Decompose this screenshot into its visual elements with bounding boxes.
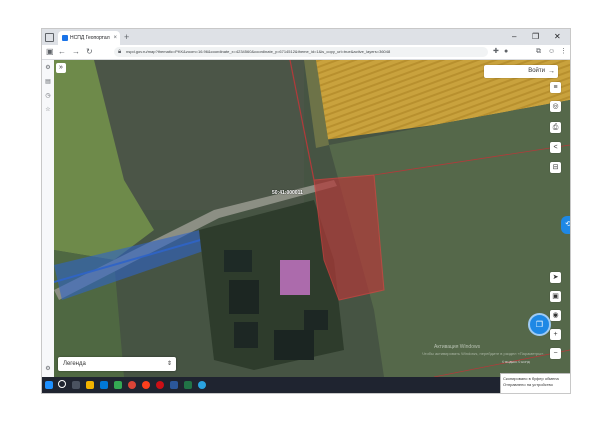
history-icon[interactable]: ◷ [44,92,52,100]
chevron-updown-icon: ⇕ [166,361,172,367]
address-bar[interactable]: 🔒︎ nspd.gov.ru/map?thematic=PKK&zoom=16.… [114,47,488,57]
close-window-button[interactable]: ✕ [554,30,561,43]
legend-label: Легенда [63,361,86,367]
layers-button[interactable]: ≡ [550,82,561,93]
telegram-icon[interactable] [198,381,206,389]
parcel-label: 50:41:000011 [272,190,303,196]
login-label: Войти [528,68,545,74]
lock-icon: 🔒︎ [118,49,122,55]
search-icon[interactable] [58,380,66,388]
measure-button[interactable]: ▣ [550,291,561,302]
zoom-in-button[interactable]: + [550,329,561,340]
account-icon[interactable]: ☺ [548,47,555,57]
sidebar-toggle-icon[interactable]: ▣ [46,46,54,58]
yandex-icon[interactable] [142,381,150,389]
profile-avatar-icon[interactable]: ● [504,47,508,57]
share-button[interactable]: < [550,142,561,153]
browser-toolbar: ▣ ← → ↻ 🔒︎ nspd.gov.ru/map?thematic=PKK&… [42,45,570,60]
basemap-button[interactable]: ◎ [550,101,561,112]
login-icon: → [548,68,555,75]
map-copyright: © ЯНДЕКС © НСПД [502,360,530,364]
browser-tab[interactable]: НСПД Геопортал: выписка п. × [58,31,120,45]
star-icon[interactable]: ☆ [44,106,52,114]
quick-action-tab[interactable]: ⟲ [561,216,570,234]
collections-icon[interactable]: ⧉ [536,47,541,57]
map-canvas[interactable]: » Войти → ≡ ◎ ⎙ < ⊟ ⟲ ➤ ▣ ◉ + − ❐ 50:41:… [54,60,570,377]
word-icon[interactable] [170,381,178,389]
tab-strip: НСПД Геопортал: выписка п. × + – ❐ ✕ [42,29,570,45]
save-button[interactable]: ⊟ [550,162,561,173]
chrome-icon[interactable] [128,381,136,389]
gear-icon[interactable]: ⚙ [44,64,52,72]
mail-icon[interactable] [114,381,122,389]
file-explorer-icon[interactable] [86,381,94,389]
windows-watermark: Активация Windows [434,344,481,350]
excel-icon[interactable] [184,381,192,389]
satellite-imagery [54,60,570,377]
back-button[interactable]: ← [58,46,66,58]
windows-start-icon[interactable] [45,381,53,389]
settings-icon[interactable]: ⚙ [44,365,52,373]
url-text[interactable]: nspd.gov.ru/map?thematic=PKK&zoom=16.96&… [126,47,482,57]
notification-line-1: Скопировано в буфер обмена [503,376,559,381]
windows-watermark-hint: Чтобы активировать Windows, перейдите в … [422,351,545,356]
store-icon[interactable] [100,381,108,389]
windows-taskbar: ^ ⌂ ▭ ⁐ [42,377,570,393]
menu-icon[interactable]: ⋮ [560,47,567,57]
zoom-out-button[interactable]: − [550,348,561,359]
task-view-icon[interactable] [72,381,80,389]
notification-line-2: Отправлено на устройство [503,382,553,387]
geo-button[interactable]: ◉ [550,310,561,321]
legend-dropdown[interactable]: Легенда ⇕ [58,357,176,371]
opera-icon[interactable] [156,381,164,389]
collapse-panel-button[interactable]: » [56,63,66,73]
chat-button[interactable]: ❐ [528,313,551,336]
tab-title: НСПД Геопортал: выписка п. [70,35,110,41]
tab-close-icon[interactable]: × [113,33,117,43]
document-icon[interactable]: ▤ [44,78,52,86]
login-button[interactable]: Войти → [484,65,558,78]
forward-button[interactable]: → [72,46,80,58]
browser-window: НСПД Геопортал: выписка п. × + – ❐ ✕ ▣ ←… [41,28,571,394]
restore-button[interactable]: ❐ [532,30,539,43]
new-tab-button[interactable]: + [124,31,129,43]
reload-button[interactable]: ↻ [86,46,93,58]
extension-icon[interactable]: ✚ [493,47,499,57]
minimize-button[interactable]: – [512,30,516,43]
toast-notification[interactable]: Скопировано в буфер обмена Отправлено на… [500,373,570,393]
site-favicon-icon [62,35,68,41]
tab-actions-icon[interactable] [45,33,54,42]
print-button[interactable]: ⎙ [550,122,561,133]
locate-button[interactable]: ➤ [550,272,561,283]
